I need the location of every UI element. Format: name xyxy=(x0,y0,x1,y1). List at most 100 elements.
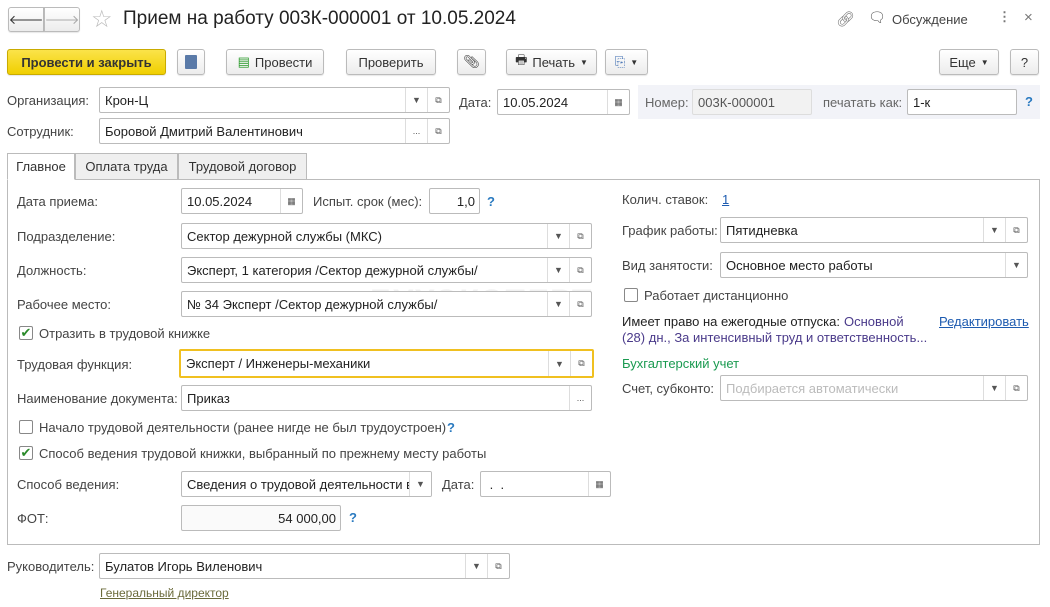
chevron-down-icon[interactable]: ▼ xyxy=(547,258,569,282)
manager-value: Булатов Игорь Виленович xyxy=(105,558,263,574)
more-button[interactable]: Еще ▼ xyxy=(939,49,999,75)
post-and-close-button[interactable]: Провести и закрыть xyxy=(7,49,166,75)
method-field[interactable]: Сведения о трудовой деятельности в ▼ xyxy=(181,471,432,497)
method-date-field[interactable]: . . ▦ xyxy=(480,471,611,497)
manager-label: Руководитель: xyxy=(7,559,95,574)
chevron-down-icon: ▼ xyxy=(980,57,989,67)
probation-field[interactable]: 1,0 xyxy=(429,188,480,214)
open-icon[interactable]: ⧉ xyxy=(487,554,509,578)
function-value: Эксперт / Инженеры-механики xyxy=(186,356,371,371)
forward-button[interactable]: 🡒 xyxy=(44,7,80,32)
open-icon[interactable]: ⧉ xyxy=(427,88,449,112)
org-value: Крон-Ц xyxy=(105,92,149,108)
date-field[interactable]: 10.05.2024 ▦ xyxy=(497,89,630,115)
check-button[interactable]: Проверить xyxy=(346,49,436,75)
reflect-label: Отразить в трудовой книжке xyxy=(39,326,211,341)
fot-label: ФОТ: xyxy=(17,511,49,526)
method-date-label: Дата: xyxy=(442,477,475,492)
remote-checkbox[interactable] xyxy=(624,288,638,302)
employee-label: Сотрудник: xyxy=(7,124,74,139)
workplace-field[interactable]: № 34 Эксперт /Сектор дежурной службы/ ▼ ⧉ xyxy=(181,291,592,317)
number-field[interactable]: 003К-000001 xyxy=(692,89,812,115)
close-icon[interactable]: × xyxy=(1024,9,1033,26)
account-field[interactable]: Подбирается автоматически ▼ ⧉ xyxy=(720,375,1028,401)
export-button[interactable]: ⎘ ▼ xyxy=(605,49,648,75)
calendar-icon[interactable]: ▦ xyxy=(588,472,610,496)
method-label: Способ ведения: xyxy=(17,477,120,492)
reflect-checkbox[interactable]: ✔ xyxy=(19,326,33,340)
help-button[interactable]: ? xyxy=(1010,49,1039,75)
function-field[interactable]: Эксперт / Инженеры-механики ▼ ⧉ xyxy=(179,349,594,378)
open-icon[interactable]: ⧉ xyxy=(569,292,591,316)
date-label: Дата: xyxy=(459,95,492,110)
back-button[interactable]: 🡐 xyxy=(8,7,44,32)
open-icon[interactable]: ⧉ xyxy=(570,351,592,376)
open-icon[interactable]: ⧉ xyxy=(1005,376,1027,400)
help-icon[interactable]: ? xyxy=(447,420,455,435)
method-prev-checkbox[interactable]: ✔ xyxy=(19,446,33,460)
vacation-value-2: (28) дн., За интенсивный труд и ответств… xyxy=(622,330,928,345)
open-icon[interactable]: ⧉ xyxy=(1005,218,1027,242)
employee-field[interactable]: Боровой Дмитрий Валентинович... ⧉ xyxy=(99,118,450,144)
chevron-down-icon[interactable]: ▼ xyxy=(409,472,431,496)
open-icon[interactable]: ⧉ xyxy=(427,119,449,143)
start-checkbox[interactable] xyxy=(19,420,33,434)
more-menu-icon[interactable]: ⋮ xyxy=(998,9,1011,25)
link-icon[interactable]: 🔗︎ xyxy=(836,10,855,28)
manager-position-link[interactable]: Генеральный директор xyxy=(100,586,229,600)
chevron-down-icon[interactable]: ▼ xyxy=(1005,253,1027,277)
calendar-icon[interactable]: ▦ xyxy=(280,189,302,213)
position-label: Должность: xyxy=(17,263,87,278)
dept-field[interactable]: Сектор дежурной службы (МКС) ▼ ⧉ xyxy=(181,223,592,249)
rates-link[interactable]: 1 xyxy=(722,192,729,207)
discussion-icon[interactable]: 🗨 xyxy=(868,9,886,26)
org-field[interactable]: Крон-Ц ▼ ⧉ xyxy=(99,87,450,113)
open-icon[interactable]: ⧉ xyxy=(569,224,591,248)
account-placeholder: Подбирается автоматически xyxy=(726,380,899,396)
paperclip-icon: 📎︎ xyxy=(463,54,480,69)
print-button[interactable]: 🖶 Печать ▼ xyxy=(506,49,597,75)
select-button[interactable]: ... xyxy=(405,119,427,143)
chevron-down-icon[interactable]: ▼ xyxy=(547,292,569,316)
function-label: Трудовая функция: xyxy=(17,357,133,372)
print-as-field[interactable]: 1-к xyxy=(907,89,1017,115)
docname-field[interactable]: Приказ... xyxy=(181,385,592,411)
post-button[interactable]: ▤ Провести xyxy=(226,49,324,75)
discussion-link[interactable]: Обсуждение xyxy=(892,12,968,27)
dept-value: Сектор дежурной службы (МКС) xyxy=(187,228,382,244)
position-field[interactable]: Эксперт, 1 категория /Сектор дежурной сл… xyxy=(181,257,592,283)
remote-label: Работает дистанционно xyxy=(644,288,789,303)
chevron-down-icon[interactable]: ▼ xyxy=(405,88,427,112)
chevron-down-icon: ▼ xyxy=(630,57,639,67)
export-icon: ⎘ xyxy=(614,54,626,69)
probation-label: Испыт. срок (мес): xyxy=(313,194,423,209)
chevron-down-icon[interactable]: ▼ xyxy=(465,554,487,578)
edit-vacation-link[interactable]: Редактировать xyxy=(939,314,1029,329)
tab-main[interactable]: Главное xyxy=(7,153,75,180)
dept-label: Подразделение: xyxy=(17,229,116,244)
calendar-icon[interactable]: ▦ xyxy=(607,90,629,114)
org-label: Организация: xyxy=(7,93,90,108)
schedule-field[interactable]: Пятидневка ▼ ⧉ xyxy=(720,217,1028,243)
select-button[interactable]: ... xyxy=(569,386,591,410)
help-icon[interactable]: ? xyxy=(349,510,357,525)
save-button[interactable] xyxy=(177,49,205,75)
employment-field[interactable]: Основное место работы ▼ xyxy=(720,252,1028,278)
chevron-down-icon[interactable]: ▼ xyxy=(983,218,1005,242)
help-icon[interactable]: ? xyxy=(487,194,495,209)
chevron-down-icon[interactable]: ▼ xyxy=(547,224,569,248)
open-icon[interactable]: ⧉ xyxy=(569,258,591,282)
star-icon[interactable]: ☆ xyxy=(91,5,113,34)
help-icon[interactable]: ? xyxy=(1025,94,1033,109)
attach-button[interactable]: 📎︎ xyxy=(457,49,486,75)
tab-contract[interactable]: Трудовой договор xyxy=(178,153,307,180)
manager-field[interactable]: Булатов Игорь Виленович ▼ ⧉ xyxy=(99,553,510,579)
method-prev-label: Способ ведения трудовой книжки, выбранны… xyxy=(39,446,487,461)
workplace-value: № 34 Эксперт /Сектор дежурной службы/ xyxy=(187,296,438,312)
tab-payment[interactable]: Оплата труда xyxy=(75,153,178,180)
chevron-down-icon[interactable]: ▼ xyxy=(548,351,570,376)
hire-date-field[interactable]: 10.05.2024 ▦ xyxy=(181,188,303,214)
chevron-down-icon[interactable]: ▼ xyxy=(983,376,1005,400)
fot-field[interactable]: 54 000,00 xyxy=(181,505,341,531)
more-label: Еще xyxy=(949,54,976,70)
